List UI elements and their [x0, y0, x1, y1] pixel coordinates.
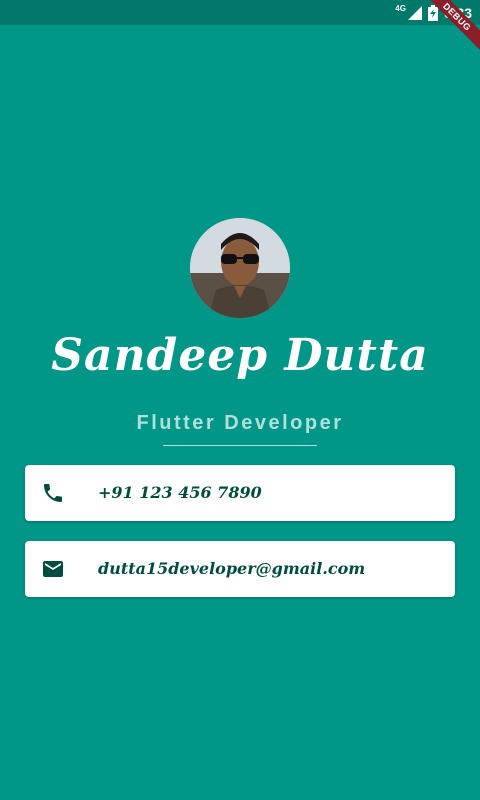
email-card[interactable]: dutta15developer@gmail.com	[25, 541, 455, 597]
debug-banner: DEBUG	[420, 0, 480, 60]
email-address: dutta15developer@gmail.com	[98, 559, 366, 578]
avatar	[190, 218, 290, 318]
profile-name: Sandeep Dutta	[51, 330, 429, 381]
debug-label: DEBUG	[420, 0, 480, 54]
network-type: 4G	[395, 3, 406, 13]
phone-number: +91 123 456 7890	[98, 483, 262, 502]
phone-card[interactable]: +91 123 456 7890	[25, 465, 455, 521]
status-bar: 4G 6:33	[0, 0, 480, 25]
phone-icon	[44, 484, 62, 502]
profile-title: Flutter Developer	[136, 412, 344, 434]
email-icon	[43, 561, 63, 577]
divider	[163, 445, 317, 446]
avatar-photo	[190, 218, 290, 318]
